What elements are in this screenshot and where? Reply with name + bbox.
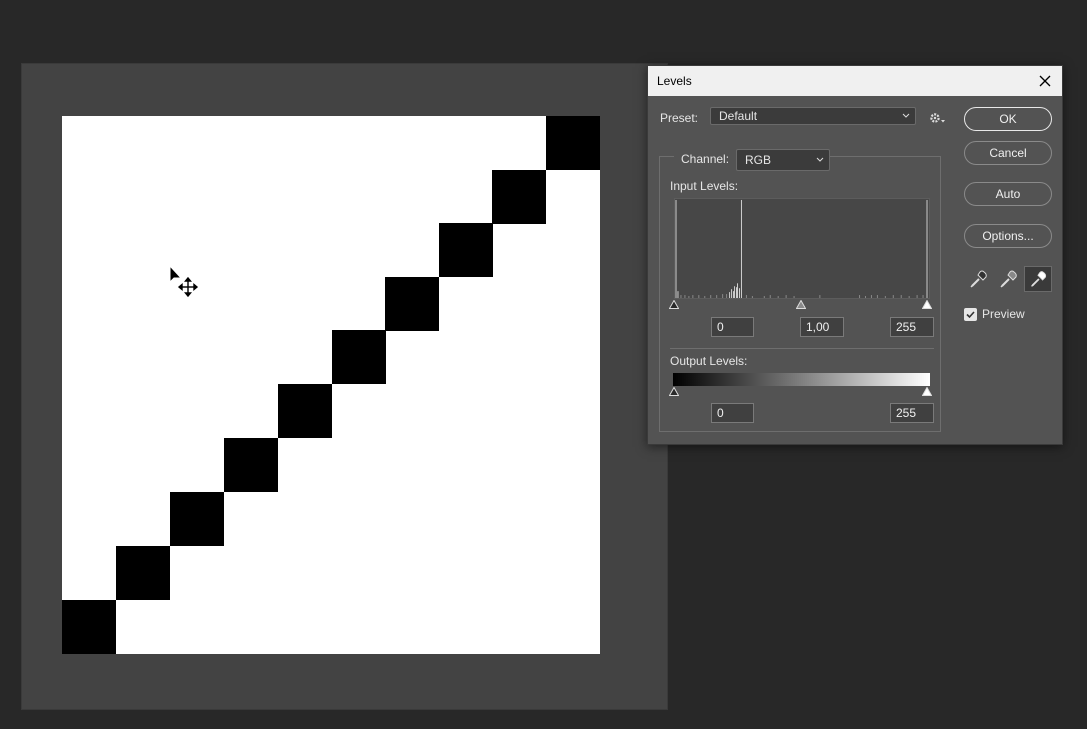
checker-square xyxy=(116,546,170,600)
levels-dialog: Levels Preset: Default Channel: RGB Inpu… xyxy=(647,65,1063,445)
dialog-title: Levels xyxy=(657,74,692,88)
checker-square xyxy=(224,438,278,492)
checker-square xyxy=(278,384,332,438)
preview-checkbox[interactable] xyxy=(964,308,977,321)
input-black-slider[interactable] xyxy=(669,300,679,309)
preset-select[interactable]: Default xyxy=(710,107,916,125)
checker-square xyxy=(62,600,116,654)
gray-point-eyedropper-icon[interactable] xyxy=(994,266,1022,292)
checker-square xyxy=(332,330,386,384)
chevron-down-icon xyxy=(902,113,910,118)
output-black-slider[interactable] xyxy=(669,387,679,396)
channel-select[interactable]: RGB xyxy=(736,149,830,171)
checker-square xyxy=(492,170,546,224)
move-cursor-icon xyxy=(169,264,199,298)
input-gamma-slider[interactable] xyxy=(796,300,806,309)
channel-value: RGB xyxy=(745,153,772,167)
output-levels-label: Output Levels: xyxy=(670,354,748,368)
auto-button[interactable]: Auto xyxy=(964,182,1052,206)
options-button[interactable]: Options... xyxy=(964,224,1052,248)
preset-label: Preset: xyxy=(660,111,699,125)
input-gamma-field[interactable]: 1,00 xyxy=(800,317,844,337)
ok-button[interactable]: OK xyxy=(964,107,1052,131)
checker-square xyxy=(170,492,224,546)
cancel-button[interactable]: Cancel xyxy=(964,141,1052,165)
document-canvas[interactable] xyxy=(62,116,600,654)
checker-square xyxy=(385,277,439,331)
checker-square xyxy=(546,116,600,170)
close-icon[interactable] xyxy=(1034,70,1056,92)
group-divider xyxy=(670,348,934,349)
output-white-field[interactable]: 255 xyxy=(890,403,934,423)
white-point-eyedropper-icon[interactable] xyxy=(1024,266,1052,292)
chevron-down-icon xyxy=(816,157,824,162)
input-white-slider[interactable] xyxy=(922,300,932,309)
output-white-slider[interactable] xyxy=(922,387,932,396)
input-white-field[interactable]: 255 xyxy=(890,317,934,337)
output-gradient xyxy=(673,373,930,386)
gear-icon[interactable] xyxy=(928,111,946,125)
histogram xyxy=(674,198,930,299)
black-point-eyedropper-icon[interactable] xyxy=(964,266,992,292)
input-levels-label: Input Levels: xyxy=(670,179,739,193)
input-black-field[interactable]: 0 xyxy=(711,317,754,337)
preview-label: Preview xyxy=(982,307,1025,321)
preset-value: Default xyxy=(719,109,758,123)
checker-square xyxy=(439,223,493,277)
dialog-titlebar[interactable]: Levels xyxy=(648,66,1062,96)
output-black-field[interactable]: 0 xyxy=(711,403,754,423)
channel-label: Channel: xyxy=(674,152,737,166)
